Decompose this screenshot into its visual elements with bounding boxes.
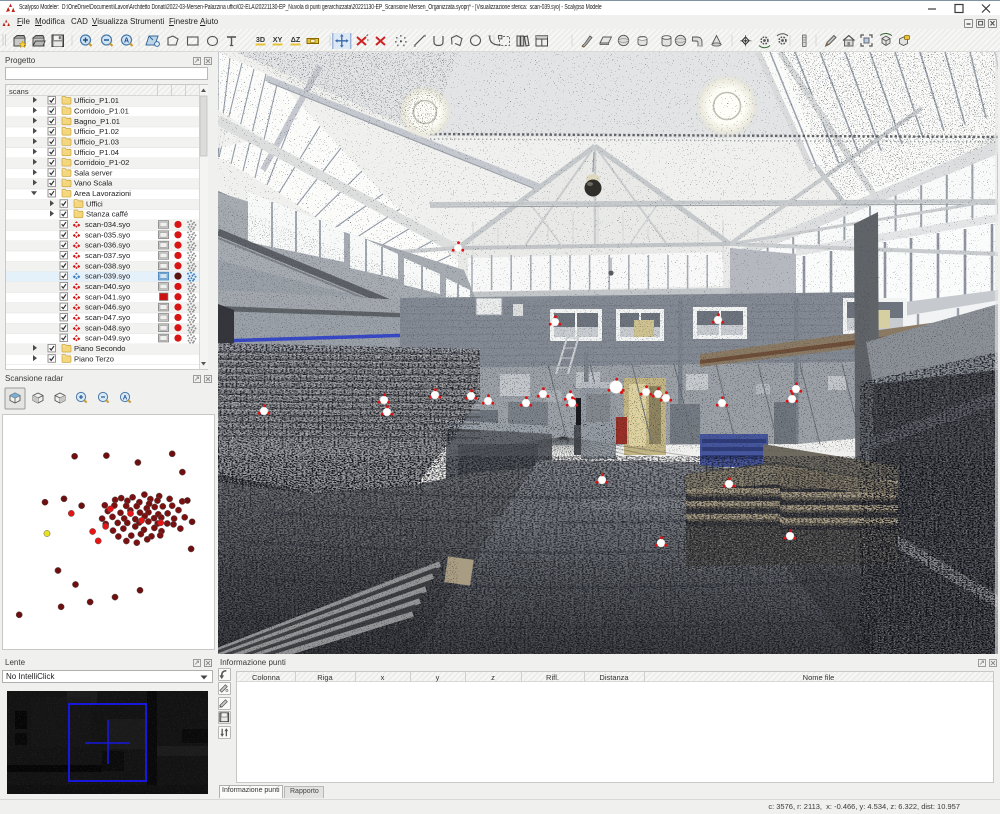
svg-text:scan-039.syo: scan-039.syo — [85, 272, 130, 281]
svg-text:scan-036.syo: scan-036.syo — [85, 241, 130, 250]
svg-text:scan-041.syo: scan-041.syo — [85, 292, 130, 301]
svg-text:scan-048.syo: scan-048.syo — [85, 323, 130, 332]
svg-text:scan-046.syo: scan-046.syo — [85, 303, 130, 312]
svg-text:Uffici: Uffici — [86, 199, 103, 208]
svg-text:Ufficio_P1.03: Ufficio_P1.03 — [74, 137, 119, 146]
svg-text:Bagno_P1.01: Bagno_P1.01 — [74, 117, 120, 126]
svg-text:XY: XY — [273, 35, 283, 44]
svg-text:scan-049.syo: scan-049.syo — [85, 334, 130, 343]
svg-text:scan-035.syo: scan-035.syo — [85, 230, 130, 239]
svg-text:A: A — [123, 395, 128, 401]
svg-text:Ufficio_P1.02: Ufficio_P1.02 — [74, 127, 119, 136]
svg-text:3D: 3D — [256, 35, 265, 44]
svg-text:scan-047.syo: scan-047.syo — [85, 313, 130, 322]
svg-text:Piano Secondo: Piano Secondo — [74, 344, 126, 353]
svg-text:scan-038.syo: scan-038.syo — [85, 261, 130, 270]
svg-text:scan-040.syo: scan-040.syo — [85, 282, 130, 291]
svg-text:scan-034.syo: scan-034.syo — [85, 220, 130, 229]
svg-text:Ufficio_P1.01: Ufficio_P1.01 — [74, 96, 119, 105]
svg-text:Piano Terzo: Piano Terzo — [74, 354, 114, 363]
svg-text:Area Lavorazioni: Area Lavorazioni — [74, 189, 131, 198]
svg-text:o: o — [225, 689, 228, 695]
svg-text:scan-037.syo: scan-037.syo — [85, 251, 130, 260]
svg-text:ΔZ: ΔZ — [291, 35, 301, 44]
svg-text:A: A — [124, 38, 129, 45]
svg-text:Ufficio_P1.04: Ufficio_P1.04 — [74, 148, 119, 157]
svg-text:Vano Scala: Vano Scala — [74, 179, 113, 188]
svg-text:Stanza caffé: Stanza caffé — [86, 210, 128, 219]
svg-text:Sala server: Sala server — [74, 168, 113, 177]
svg-text:Corridoio_P1.01: Corridoio_P1.01 — [74, 106, 129, 115]
svg-text:Corridoio_P1-02: Corridoio_P1-02 — [74, 158, 129, 167]
